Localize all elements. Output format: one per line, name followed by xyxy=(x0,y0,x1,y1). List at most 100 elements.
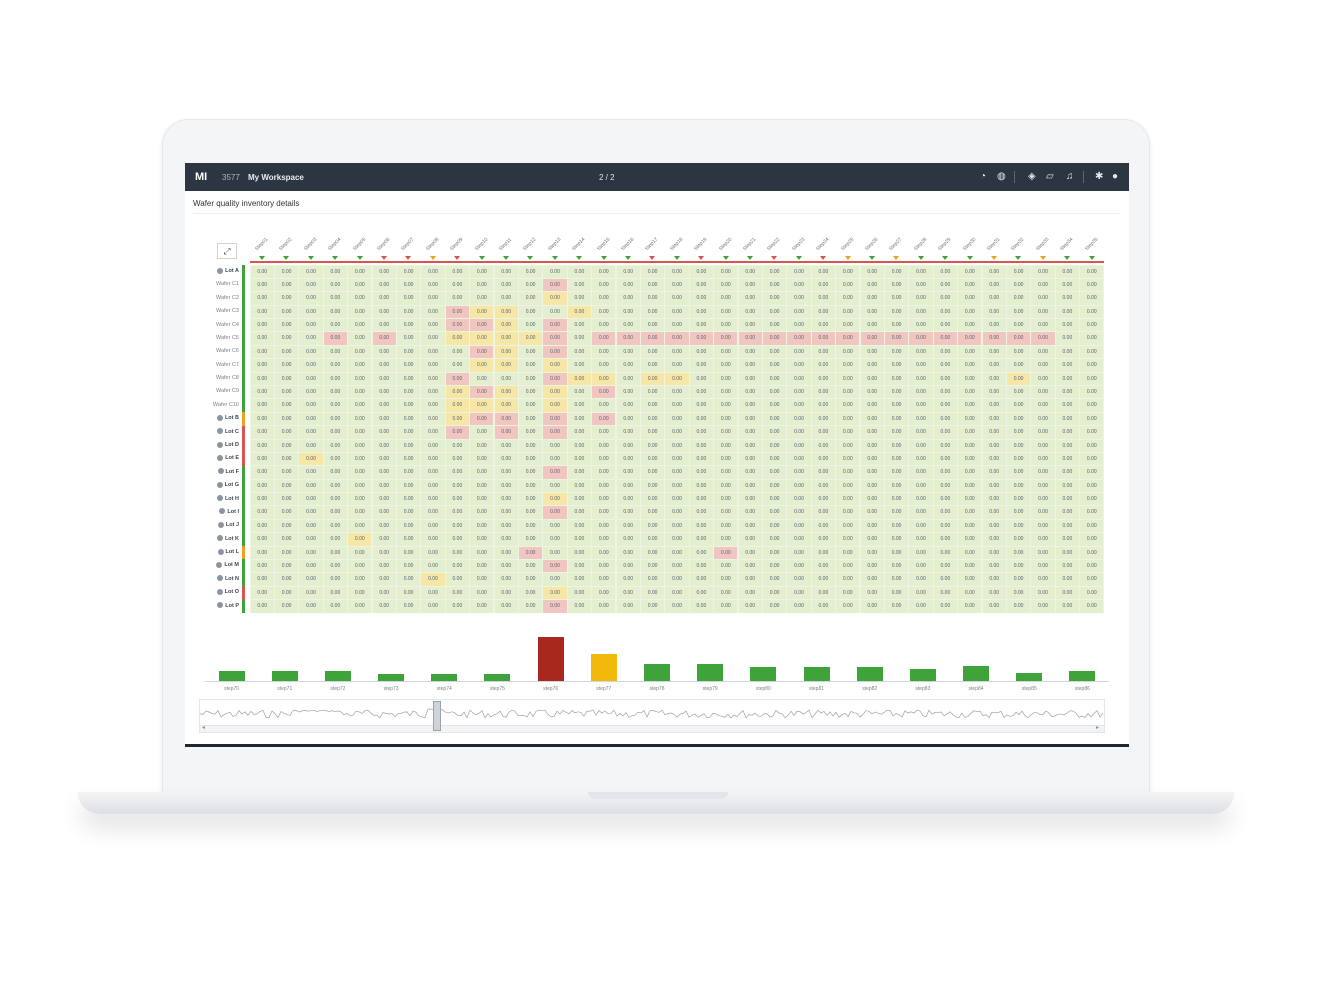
heatmap-cell[interactable]: 0.00 xyxy=(543,345,567,359)
heatmap-cell[interactable]: 0.00 xyxy=(836,479,860,493)
heatmap-cell[interactable]: 0.00 xyxy=(714,559,738,573)
heatmap-cell[interactable]: 0.00 xyxy=(1031,506,1055,519)
heatmap-cell[interactable]: 0.00 xyxy=(372,332,396,345)
heatmap-cell[interactable]: 0.00 xyxy=(616,412,640,426)
heatmap-cell[interactable]: 0.00 xyxy=(1031,452,1055,466)
heatmap-cell[interactable]: 0.00 xyxy=(738,359,762,372)
heatmap-cell[interactable]: 0.00 xyxy=(738,493,762,506)
heatmap-cell[interactable]: 0.00 xyxy=(1031,278,1055,292)
heatmap-cell[interactable]: 0.00 xyxy=(1080,559,1104,573)
heatmap-cell[interactable]: 0.00 xyxy=(1031,305,1055,319)
expand-toggle-icon[interactable] xyxy=(216,441,223,448)
heatmap-cell[interactable]: 0.00 xyxy=(323,452,348,466)
heatmap-cell[interactable]: 0.00 xyxy=(933,493,958,506)
heatmap-cell[interactable]: 0.00 xyxy=(665,533,689,546)
heatmap-cell[interactable]: 0.00 xyxy=(494,466,518,479)
heatmap-cell[interactable]: 0.00 xyxy=(982,412,1006,426)
heatmap-cell[interactable]: 0.00 xyxy=(958,519,982,533)
heatmap-cell[interactable]: 0.00 xyxy=(445,345,470,359)
heatmap-cell[interactable]: 0.00 xyxy=(348,559,372,573)
heatmap-cell[interactable]: 0.00 xyxy=(884,466,909,479)
heatmap-cell[interactable]: 0.00 xyxy=(494,265,518,278)
heatmap-cell[interactable]: 0.00 xyxy=(958,426,982,439)
heatmap-cell[interactable]: 0.00 xyxy=(470,533,494,546)
heatmap-cell[interactable]: 0.00 xyxy=(1055,426,1080,439)
heatmap-cell[interactable]: 0.00 xyxy=(592,332,616,345)
heatmap-cell[interactable]: 0.00 xyxy=(470,412,494,426)
heatmap-cell[interactable]: 0.00 xyxy=(982,332,1006,345)
heatmap-cell[interactable]: 0.00 xyxy=(787,546,811,559)
heatmap-cell[interactable]: 0.00 xyxy=(1031,399,1055,412)
heatmap-cell[interactable]: 0.00 xyxy=(348,412,372,426)
heatmap-cell[interactable]: 0.00 xyxy=(982,493,1006,506)
heatmap-cell[interactable]: 0.00 xyxy=(543,265,567,278)
heatmap-cell[interactable]: 0.00 xyxy=(616,305,640,319)
heatmap-cell[interactable]: 0.00 xyxy=(933,332,958,345)
heatmap-cell[interactable]: 0.00 xyxy=(714,546,738,559)
heatmap-cell[interactable]: 0.00 xyxy=(470,385,494,399)
heatmap-cell[interactable]: 0.00 xyxy=(1006,452,1031,466)
heatmap-cell[interactable]: 0.00 xyxy=(689,519,714,533)
heatmap-cell[interactable]: 0.00 xyxy=(884,278,909,292)
globe-icon[interactable]: ◍ xyxy=(997,171,1006,183)
heatmap-cell[interactable]: 0.00 xyxy=(909,506,933,519)
heatmap-cell[interactable]: 0.00 xyxy=(665,573,689,586)
heatmap-cell[interactable]: 0.00 xyxy=(518,372,543,385)
heatmap-cell[interactable]: 0.00 xyxy=(494,319,518,332)
heatmap-cell[interactable]: 0.00 xyxy=(616,506,640,519)
heatmap-cell[interactable]: 0.00 xyxy=(445,533,470,546)
column-header[interactable]: Step03 xyxy=(299,237,323,261)
heatmap-cell[interactable]: 0.00 xyxy=(543,586,567,600)
heatmap-cell[interactable]: 0.00 xyxy=(323,332,348,345)
heatmap-cell[interactable]: 0.00 xyxy=(592,533,616,546)
heatmap-cell[interactable]: 0.00 xyxy=(299,506,323,519)
heatmap-cell[interactable]: 0.00 xyxy=(592,345,616,359)
heatmap-cell[interactable]: 0.00 xyxy=(738,466,762,479)
column-header[interactable]: Step30 xyxy=(958,237,982,261)
heatmap-cell[interactable]: 0.00 xyxy=(982,359,1006,372)
heatmap-cell[interactable]: 0.00 xyxy=(836,399,860,412)
heatmap-cell[interactable]: 0.00 xyxy=(909,452,933,466)
heatmap-cell[interactable]: 0.00 xyxy=(518,466,543,479)
heatmap-cell[interactable]: 0.00 xyxy=(592,493,616,506)
heatmap-cell[interactable]: 0.00 xyxy=(1031,466,1055,479)
heatmap-cell[interactable]: 0.00 xyxy=(982,292,1006,305)
heatmap-cell[interactable]: 0.00 xyxy=(982,519,1006,533)
heatmap-cell[interactable]: 0.00 xyxy=(958,452,982,466)
heatmap-cell[interactable]: 0.00 xyxy=(714,573,738,586)
heatmap-cell[interactable]: 0.00 xyxy=(1080,506,1104,519)
expand-button[interactable]: ⤢ xyxy=(217,243,237,259)
heatmap-cell[interactable]: 0.00 xyxy=(933,479,958,493)
heatmap-cell[interactable]: 0.00 xyxy=(860,506,884,519)
heatmap-cell[interactable]: 0.00 xyxy=(787,292,811,305)
chart-bar[interactable] xyxy=(644,664,670,681)
heatmap-cell[interactable]: 0.00 xyxy=(640,466,665,479)
heatmap-cell[interactable]: 0.00 xyxy=(1006,305,1031,319)
heatmap-cell[interactable]: 0.00 xyxy=(689,559,714,573)
heatmap-cell[interactable]: 0.00 xyxy=(250,439,274,452)
heatmap-cell[interactable]: 0.00 xyxy=(1006,359,1031,372)
heatmap-cell[interactable]: 0.00 xyxy=(518,573,543,586)
heatmap-cell[interactable]: 0.00 xyxy=(860,359,884,372)
heatmap-cell[interactable]: 0.00 xyxy=(518,332,543,345)
column-header[interactable]: Step04 xyxy=(323,237,347,261)
heatmap-cell[interactable]: 0.00 xyxy=(640,305,665,319)
heatmap-cell[interactable]: 0.00 xyxy=(616,372,640,385)
lot-row-label[interactable]: Lot O xyxy=(199,586,239,599)
heatmap-cell[interactable]: 0.00 xyxy=(933,452,958,466)
heatmap-cell[interactable]: 0.00 xyxy=(738,533,762,546)
heatmap-cell[interactable]: 0.00 xyxy=(494,493,518,506)
heatmap-cell[interactable]: 0.00 xyxy=(958,479,982,493)
heatmap-cell[interactable]: 0.00 xyxy=(396,506,421,519)
heatmap-cell[interactable]: 0.00 xyxy=(396,292,421,305)
heatmap-cell[interactable]: 0.00 xyxy=(616,426,640,439)
heatmap-cell[interactable]: 0.00 xyxy=(860,466,884,479)
heatmap-cell[interactable]: 0.00 xyxy=(884,519,909,533)
heatmap-cell[interactable]: 0.00 xyxy=(372,305,396,319)
heatmap-cell[interactable]: 0.00 xyxy=(445,506,470,519)
heatmap-cell[interactable]: 0.00 xyxy=(1006,519,1031,533)
heatmap-cell[interactable]: 0.00 xyxy=(884,546,909,559)
heatmap-cell[interactable]: 0.00 xyxy=(299,319,323,332)
heatmap-cell[interactable]: 0.00 xyxy=(640,359,665,372)
heatmap-cell[interactable]: 0.00 xyxy=(274,345,299,359)
